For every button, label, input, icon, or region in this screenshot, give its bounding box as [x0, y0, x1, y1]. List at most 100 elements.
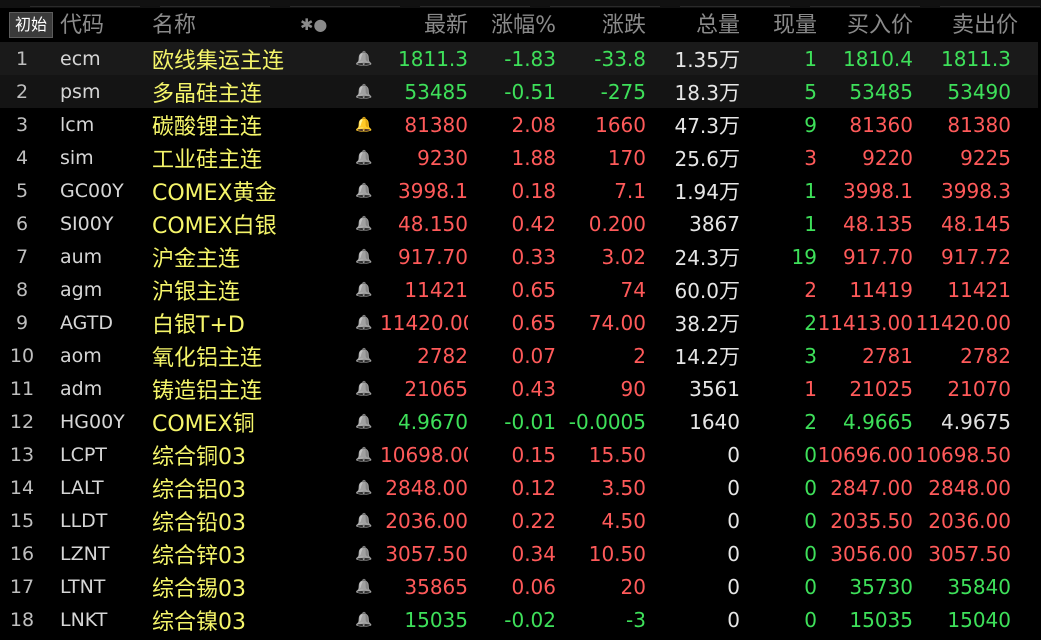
last-price: 15035	[404, 607, 468, 632]
ask-price: 2782	[960, 343, 1011, 368]
alert-bell-icon[interactable]: 🔔	[348, 108, 380, 141]
bid-price: 15035	[849, 607, 913, 632]
current-volume: 2	[804, 277, 817, 302]
header-last[interactable]: 最新	[380, 8, 468, 41]
total-volume: 0	[646, 471, 740, 504]
total-volume: 0	[646, 537, 740, 570]
volume-unit: 万	[719, 245, 740, 270]
top-tab[interactable]	[30, 0, 140, 7]
quote-row[interactable]: 10 aom 氧化铝主连 🔔 2782 0.07 2 14.2万 3 2781 2782	[0, 339, 1041, 372]
bid-price: 4.9665	[843, 409, 913, 434]
last-price: 81380	[404, 112, 468, 137]
symbol-code: ecm	[60, 47, 101, 70]
header-volume[interactable]: 总量	[650, 8, 740, 41]
bid-price: 3056.00	[830, 541, 913, 566]
symbol-name: 欧线集运主连	[152, 48, 285, 74]
alert-bell-icon[interactable]: 🔔	[348, 537, 380, 570]
symbol-name: 综合铅03	[152, 510, 246, 536]
total-volume: 38.2万	[646, 306, 740, 339]
alert-bell-icon[interactable]: 🔔	[348, 174, 380, 207]
quote-row[interactable]: 14 LALT 综合铝03 🔔 2848.00 0.12 3.50 0 0 2847.00 2848…	[0, 471, 1041, 504]
alert-bell-icon[interactable]: 🔔	[348, 372, 380, 405]
row-index: 11	[9, 377, 35, 400]
alert-bell-icon[interactable]: 🔔	[348, 504, 380, 537]
top-tab[interactable]	[940, 0, 1040, 7]
quote-row[interactable]: 2 psm 多晶硅主连 🔔 53485 -0.51 -275 18.3万 5 53485 53490	[0, 75, 1041, 108]
alert-bell-icon[interactable]: 🔔	[348, 570, 380, 603]
volume-unit: 万	[719, 344, 740, 369]
ask-price: 3057.50	[928, 541, 1011, 566]
header-cur-volume[interactable]: 现量	[745, 8, 817, 41]
top-tab[interactable]	[420, 0, 530, 7]
quote-row[interactable]: 13 LCPT 综合铜03 🔔 10698.00 0.15 15.50 0 0 10696.00 1…	[0, 438, 1041, 471]
change-value: 3.02	[601, 244, 646, 269]
row-padding	[1011, 537, 1041, 570]
header-code[interactable]: 代码	[60, 8, 104, 41]
alert-bell-icon[interactable]: 🔔	[348, 240, 380, 273]
quote-row[interactable]: 5 GC00Y COMEX黄金 🔔 3998.1 0.18 7.1 1.94万 1 3998.1 3…	[0, 174, 1041, 207]
row-index: 8	[15, 278, 29, 301]
quote-row[interactable]: 18 LNKT 综合镍03 🔔 15035 -0.02 -3 0 0 15035 15040	[0, 603, 1041, 636]
bid-price: 9220	[862, 145, 913, 170]
header-ask[interactable]: 卖出价	[920, 8, 1018, 41]
row-padding	[1011, 405, 1041, 438]
total-volume: 3561	[646, 372, 740, 405]
alert-bell-icon[interactable]: 🔔	[348, 405, 380, 438]
total-volume: 0	[646, 603, 740, 636]
quote-row[interactable]: 17 LTNT 综合锡03 🔔 35865 0.06 20 0 0 35730 35840	[0, 570, 1041, 603]
reset-button[interactable]: 初始	[9, 12, 53, 38]
quote-row[interactable]: 16 LZNT 综合锌03 🔔 3057.50 0.34 10.50 0 0 3056.00 305…	[0, 537, 1041, 570]
alert-bell-icon[interactable]: 🔔	[348, 306, 380, 339]
alert-bell-icon[interactable]: 🔔	[348, 339, 380, 372]
quote-row[interactable]: 3 lcm 碳酸锂主连 🔔 81380 2.08 1660 47.3万 9 81360 81380	[0, 108, 1041, 141]
top-tab[interactable]	[290, 0, 400, 7]
header-pct[interactable]: 涨幅%	[470, 8, 556, 41]
quote-row[interactable]: 6 SI00Y COMEX白银 🔔 48.150 0.42 0.200 3867 1 48.135…	[0, 207, 1041, 240]
alert-bell-icon[interactable]: 🔔	[348, 207, 380, 240]
volume-value: 3867	[689, 211, 740, 236]
row-index: 7	[15, 245, 29, 268]
alert-bell-icon[interactable]: 🔔	[348, 438, 380, 471]
top-tab[interactable]	[160, 0, 270, 7]
quote-row[interactable]: 1 ecm 欧线集运主连 🔔 1811.3 -1.83 -33.8 1.35万 1 1810.4 1…	[0, 42, 1041, 75]
column-toggle-icon[interactable]: ✱●	[300, 15, 327, 34]
top-tab[interactable]	[550, 0, 660, 7]
ask-price: 4.9675	[941, 409, 1011, 434]
header-bid[interactable]: 买入价	[820, 8, 913, 41]
ask-price: 81380	[947, 112, 1011, 137]
last-price: 11420.00	[380, 310, 468, 335]
last-price: 1811.3	[398, 46, 468, 71]
quote-row[interactable]: 8 agm 沪银主连 🔔 11421 0.65 74 60.0万 2 11419 11421	[0, 273, 1041, 306]
total-volume: 24.3万	[646, 240, 740, 273]
row-padding	[1011, 273, 1041, 306]
bid-price: 2847.00	[830, 475, 913, 500]
quote-row[interactable]: 9 AGTD 白银T+D 🔔 11420.00 0.65 74.00 38.2万 2 11413.…	[0, 306, 1041, 339]
alert-bell-icon[interactable]: 🔔	[348, 273, 380, 306]
alert-bell-icon[interactable]: 🔔	[348, 603, 380, 636]
quote-row[interactable]: 11 adm 铸造铝主连 🔔 21065 0.43 90 3561 1 21025 21070	[0, 372, 1041, 405]
quote-row[interactable]: 15 LLDT 综合铅03 🔔 2036.00 0.22 4.50 0 0 2035.50 2036…	[0, 504, 1041, 537]
header-name[interactable]: 名称	[152, 8, 196, 41]
bid-price: 81360	[849, 112, 913, 137]
current-volume: 0	[804, 508, 817, 533]
current-volume: 0	[804, 475, 817, 500]
header-chg[interactable]: 涨跌	[560, 8, 646, 41]
top-tab[interactable]	[810, 0, 920, 7]
quote-row[interactable]: 7 aum 沪金主连 🔔 917.70 0.33 3.02 24.3万 19 917.70 917.…	[0, 240, 1041, 273]
row-index: 12	[9, 410, 35, 433]
quote-row[interactable]: 4 sim 工业硅主连 🔔 9230 1.88 170 25.6万 3 9220 9225	[0, 141, 1041, 174]
last-price: 10698.00	[380, 442, 468, 467]
volume-value: 0	[727, 541, 740, 566]
row-padding	[1011, 141, 1041, 174]
symbol-name: 综合铝03	[152, 477, 246, 503]
alert-bell-icon[interactable]: 🔔	[348, 75, 380, 108]
quote-row[interactable]: 12 HG00Y COMEX铜 🔔 4.9670 -0.01 -0.0005 1640 2 4.9…	[0, 405, 1041, 438]
alert-bell-icon[interactable]: 🔔	[348, 471, 380, 504]
bid-price: 11413.00	[817, 310, 913, 335]
bid-price: 11419	[849, 277, 913, 302]
top-tab[interactable]	[680, 0, 790, 7]
alert-bell-icon[interactable]: 🔔	[348, 141, 380, 174]
current-volume: 9	[804, 112, 817, 137]
alert-bell-icon[interactable]: 🔔	[348, 42, 380, 75]
ask-price: 9225	[960, 145, 1011, 170]
